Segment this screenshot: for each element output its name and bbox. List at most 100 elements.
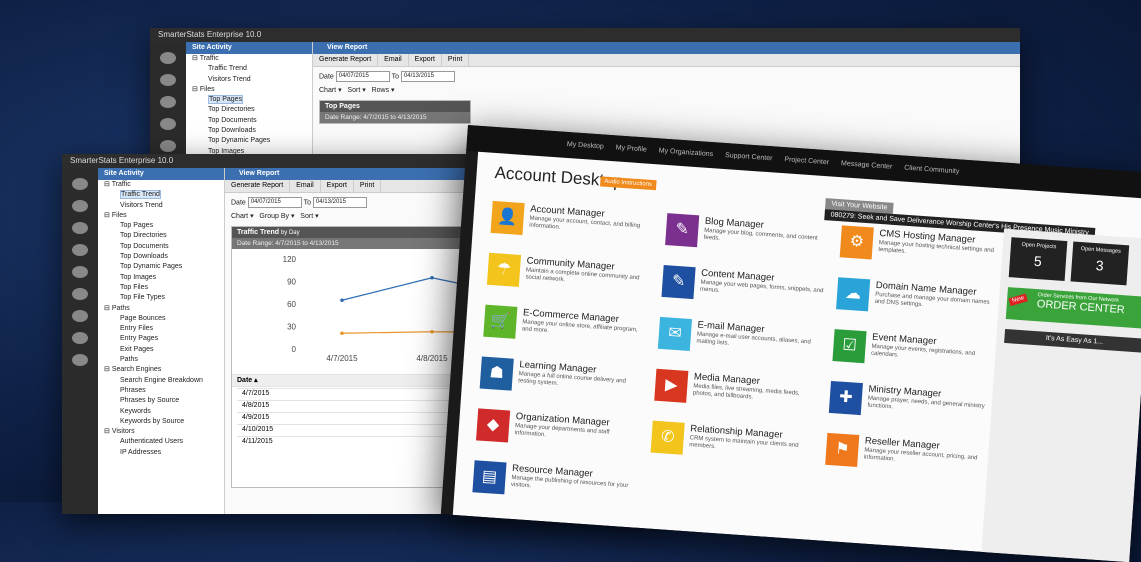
collapse-icon[interactable]: ⊟ xyxy=(192,55,200,62)
collapse-icon[interactable]: ⊟ xyxy=(104,366,112,373)
email-button[interactable]: Email xyxy=(290,180,321,192)
date-from-input[interactable]: 04/07/2015 xyxy=(335,71,390,82)
nav-item[interactable]: My Profile xyxy=(615,144,647,153)
sidebar-item[interactable]: Top Downloads xyxy=(186,126,312,136)
sidebar-item[interactable]: Keywords xyxy=(98,407,224,417)
open-projects-stat[interactable]: Open Projects 5 xyxy=(1008,237,1068,281)
gauge-icon[interactable] xyxy=(72,288,88,300)
globe-icon[interactable] xyxy=(160,74,176,86)
sidebar-item[interactable]: Top Documents xyxy=(186,116,312,126)
export-button[interactable]: Export xyxy=(321,180,354,192)
sidebar-item[interactable]: Authenticated Users xyxy=(98,437,224,447)
sidebar-item[interactable]: Exit Pages xyxy=(98,345,224,355)
globe-icon[interactable] xyxy=(72,200,88,212)
export-button[interactable]: Export xyxy=(409,54,442,66)
chart-menu[interactable]: Chart xyxy=(319,87,336,94)
sidebar-item[interactable]: Top Documents xyxy=(98,242,224,252)
nav-item[interactable]: My Organizations xyxy=(659,147,714,158)
spider-icon[interactable] xyxy=(72,244,88,256)
sidebar-item[interactable]: Phrases xyxy=(98,386,224,396)
data-point[interactable] xyxy=(430,275,434,280)
chart-menu[interactable]: Chart xyxy=(231,213,248,220)
sidebar-item[interactable]: ⊟ Files xyxy=(186,85,312,95)
nav-item[interactable]: My Desktop xyxy=(567,141,604,151)
manager-icon: ▶ xyxy=(654,368,689,403)
sidebar-item[interactable]: Entry Files xyxy=(98,324,224,334)
generate-report-button[interactable]: Generate Report xyxy=(313,54,379,66)
sidebar-item[interactable]: Top Directories xyxy=(186,105,312,115)
sidebar-item[interactable]: Visitors Trend xyxy=(98,201,224,211)
generate-report-button[interactable]: Generate Report xyxy=(225,180,291,192)
search-icon[interactable] xyxy=(72,332,88,344)
sort-menu[interactable]: Sort xyxy=(300,213,313,220)
sidebar-item[interactable]: Top Downloads xyxy=(98,252,224,262)
users-icon[interactable] xyxy=(160,52,176,64)
manager-icon: ▤ xyxy=(472,460,507,495)
sidebar-item[interactable]: Top Images xyxy=(98,273,224,283)
data-point[interactable] xyxy=(430,329,434,334)
sidebar-item[interactable]: IP Addresses xyxy=(98,448,224,458)
sidebar-item[interactable]: ⊟ Paths xyxy=(98,304,224,314)
sidebar-item-label: Page Bounces xyxy=(120,314,166,322)
sidebar-item[interactable]: Visitors Trend xyxy=(186,75,312,85)
users-icon[interactable] xyxy=(72,178,88,190)
sidebar-item[interactable]: Top File Types xyxy=(98,293,224,303)
date-from-input[interactable]: 04/07/2015 xyxy=(247,197,302,208)
sidebar-item[interactable]: Phrases by Source xyxy=(98,396,224,406)
sidebar-item-label: Top Downloads xyxy=(120,253,168,261)
date-to-input[interactable]: 04/13/2015 xyxy=(400,71,455,82)
group-by-menu[interactable]: Group By xyxy=(259,213,289,220)
sidebar-item[interactable]: Top Directories xyxy=(98,231,224,241)
sidebar-item[interactable]: Traffic Trend xyxy=(98,190,224,200)
sidebar-item[interactable]: Page Bounces xyxy=(98,314,224,324)
open-messages-stat[interactable]: Open Messages 3 xyxy=(1070,241,1130,286)
sidebar-item[interactable]: Top Pages xyxy=(98,221,224,231)
trend-icon[interactable] xyxy=(72,266,88,278)
sidebar-item[interactable]: Keywords by Source xyxy=(98,417,224,427)
nav-item[interactable]: Support Center xyxy=(725,152,773,162)
bar-chart-icon[interactable] xyxy=(72,310,88,322)
date-column-header[interactable]: Date xyxy=(237,377,252,384)
sidebar-item[interactable]: Search Engine Breakdown xyxy=(98,376,224,386)
date-range: Date Range: 4/7/2015 to 4/13/2015 xyxy=(320,112,470,123)
sidebar-item[interactable]: Top Pages xyxy=(186,95,312,105)
shield-icon[interactable] xyxy=(72,222,88,234)
sidebar-item-label: Top Downloads xyxy=(208,127,256,135)
shield-icon[interactable] xyxy=(160,96,176,108)
sidebar-item[interactable]: Paths xyxy=(98,355,224,365)
collapse-icon[interactable]: ⊟ xyxy=(192,86,200,93)
sidebar-item-label: IP Addresses xyxy=(120,448,162,456)
sidebar-item[interactable]: ⊟ Search Engines xyxy=(98,365,224,375)
sidebar-item[interactable]: ⊟ Visitors xyxy=(98,427,224,437)
sidebar-item[interactable]: Entry Pages xyxy=(98,334,224,344)
order-center-button[interactable]: Order Services from Our Network ORDER CE… xyxy=(1005,287,1141,329)
sidebar-item[interactable]: Top Files xyxy=(98,283,224,293)
collapse-icon[interactable]: ⊟ xyxy=(104,305,112,312)
sidebar-item[interactable]: ⊟ Files xyxy=(98,211,224,221)
nav-item[interactable]: Project Center xyxy=(784,156,829,166)
sort-menu[interactable]: Sort xyxy=(347,87,360,94)
collapse-icon[interactable]: ⊟ xyxy=(104,212,112,219)
sidebar-item[interactable]: Top Dynamic Pages xyxy=(186,136,312,146)
sidebar-item[interactable]: ⊟ Traffic xyxy=(186,54,312,64)
collapse-icon[interactable]: ⊟ xyxy=(104,428,112,435)
spider-icon[interactable] xyxy=(160,118,176,130)
desktop-body: Account Desktop Audio Instructions Visit… xyxy=(452,151,1141,562)
nav-item[interactable]: Message Center xyxy=(841,160,893,171)
sidebar-item-label: Top Directories xyxy=(208,106,255,114)
date-to-input[interactable]: 04/13/2015 xyxy=(312,197,367,208)
sidebar-item[interactable]: Traffic Trend xyxy=(186,64,312,74)
trend-icon[interactable] xyxy=(160,140,176,152)
collapse-icon[interactable]: ⊟ xyxy=(104,181,112,188)
print-button[interactable]: Print xyxy=(442,54,470,66)
date-label: Date xyxy=(319,73,334,81)
sidebar-item[interactable]: Top Dynamic Pages xyxy=(98,262,224,272)
rows-menu[interactable]: Rows xyxy=(372,87,390,94)
email-button[interactable]: Email xyxy=(378,54,409,66)
print-button[interactable]: Print xyxy=(354,180,382,192)
data-point[interactable] xyxy=(340,331,344,336)
data-point[interactable] xyxy=(340,298,344,303)
sidebar-item[interactable]: ⊟ Traffic xyxy=(98,180,224,190)
gear-icon[interactable] xyxy=(72,354,88,366)
nav-item[interactable]: Client Community xyxy=(904,165,960,176)
